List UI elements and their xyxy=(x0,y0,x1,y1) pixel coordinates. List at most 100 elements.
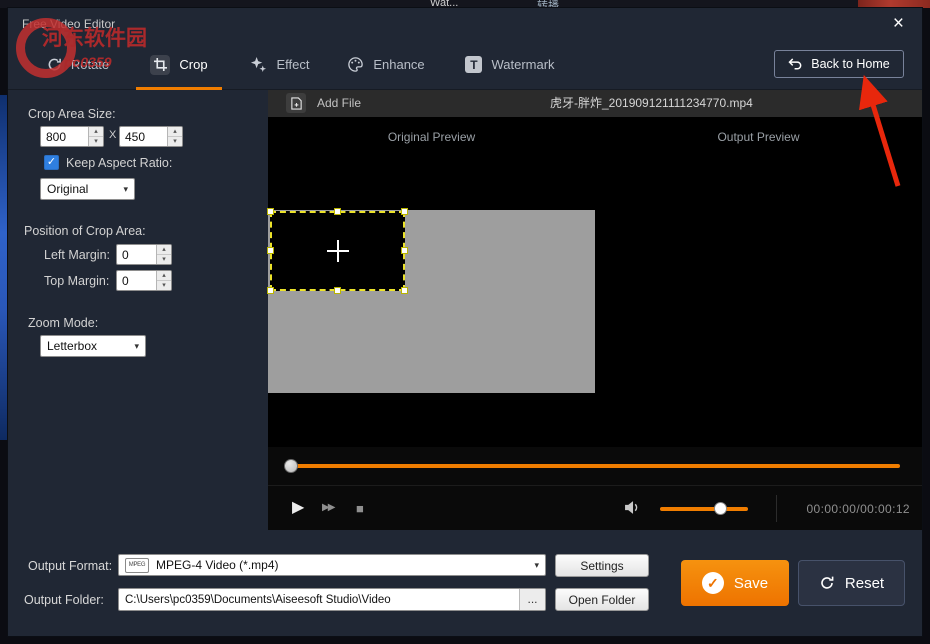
chevron-down-icon: ▾ xyxy=(123,184,128,195)
left-margin-input[interactable] xyxy=(117,245,156,264)
output-format-dropdown[interactable]: MPEG MPEG-4 Video (*.mp4) ▾ xyxy=(118,554,546,576)
crop-height-stepper[interactable]: ▴ ▾ xyxy=(119,126,183,147)
spin-down-icon[interactable]: ▾ xyxy=(157,255,171,264)
zoom-mode-value: Letterbox xyxy=(47,339,97,353)
output-format-value: MPEG-4 Video (*.mp4) xyxy=(156,558,279,572)
reset-icon xyxy=(819,575,835,591)
volume-icon[interactable] xyxy=(624,499,641,520)
crop-position-label: Position of Crop Area: xyxy=(24,224,146,238)
zoom-mode-dropdown[interactable]: Letterbox ▾ xyxy=(40,335,146,357)
crop-handle[interactable] xyxy=(334,208,341,215)
spinner-buttons[interactable]: ▴ ▾ xyxy=(88,127,103,146)
reset-button[interactable]: Reset xyxy=(798,560,905,606)
play-button[interactable]: ▶ xyxy=(292,500,304,516)
tab-crop[interactable]: Crop xyxy=(136,40,222,89)
original-preview-label: Original Preview xyxy=(268,130,595,144)
video-editor-window: Free Video Editor × Rotate Crop Effect E… xyxy=(8,8,922,636)
spin-down-icon[interactable]: ▾ xyxy=(168,137,182,146)
crop-height-input[interactable] xyxy=(120,127,167,146)
top-margin-stepper[interactable]: ▴ ▾ xyxy=(116,270,172,291)
crop-handle[interactable] xyxy=(334,287,341,294)
crop-handle[interactable] xyxy=(401,287,408,294)
aspect-ratio-dropdown[interactable]: Original ▾ xyxy=(40,178,135,200)
spin-up-icon[interactable]: ▴ xyxy=(157,245,171,255)
chevron-down-icon: ▾ xyxy=(134,341,139,352)
tab-watermark[interactable]: T Watermark xyxy=(452,40,568,89)
tab-label: Enhance xyxy=(373,57,424,72)
seek-row xyxy=(268,447,922,485)
spinner-buttons[interactable]: ▴ ▾ xyxy=(156,245,171,264)
divider xyxy=(776,495,777,522)
tab-enhance[interactable]: Enhance xyxy=(338,40,434,89)
crop-center-cross-icon xyxy=(337,240,339,262)
stop-button[interactable]: ■ xyxy=(356,502,364,515)
settings-button[interactable]: Settings xyxy=(555,554,649,577)
keep-aspect-checkbox[interactable]: ✓ xyxy=(44,155,59,170)
keep-aspect-label: Keep Aspect Ratio: xyxy=(66,156,172,170)
close-icon[interactable]: × xyxy=(893,14,904,33)
crop-width-input[interactable] xyxy=(41,127,88,146)
output-folder-field: ... xyxy=(118,588,546,611)
dimension-times-label: X xyxy=(109,129,116,141)
crop-handle[interactable] xyxy=(267,287,274,294)
reset-label: Reset xyxy=(845,575,884,592)
back-arrow-icon xyxy=(788,58,803,70)
crop-handle[interactable] xyxy=(267,208,274,215)
seek-bar[interactable] xyxy=(288,464,900,468)
left-margin-label: Left Margin: xyxy=(44,248,110,262)
output-folder-input[interactable] xyxy=(119,594,519,606)
tab-rotate[interactable]: Rotate xyxy=(28,40,128,89)
browse-button[interactable]: ... xyxy=(519,589,545,610)
time-display: 00:00:00/00:00:12 xyxy=(806,502,910,516)
background-top-window: Wat... 转播 xyxy=(0,0,930,8)
tab-label: Crop xyxy=(179,57,207,72)
volume-handle[interactable] xyxy=(714,502,727,515)
title-bar: Free Video Editor × xyxy=(8,8,922,40)
add-file-label: Add File xyxy=(317,96,361,110)
tab-effect[interactable]: Effect xyxy=(236,40,324,89)
loaded-file-name: 虎牙-胖炸_201909121111234770.mp4 xyxy=(550,90,753,117)
tab-bar: Rotate Crop Effect Enhance T Watermark B… xyxy=(8,40,922,90)
save-button[interactable]: ✓ Save xyxy=(681,560,789,606)
window-title: Free Video Editor xyxy=(22,17,115,31)
spin-up-icon[interactable]: ▴ xyxy=(89,127,103,137)
crop-handle[interactable] xyxy=(401,208,408,215)
crop-width-stepper[interactable]: ▴ ▾ xyxy=(40,126,104,147)
palette-icon xyxy=(347,56,364,73)
background-left-strip xyxy=(0,95,8,440)
stars-icon xyxy=(250,56,267,73)
seek-handle[interactable] xyxy=(284,459,298,473)
back-to-home-label: Back to Home xyxy=(811,57,890,71)
save-label: Save xyxy=(734,575,768,592)
top-margin-input[interactable] xyxy=(117,271,156,290)
check-circle-icon: ✓ xyxy=(702,572,724,594)
background-red-window xyxy=(858,0,930,8)
fast-forward-button[interactable]: ▶▶ xyxy=(322,503,333,513)
spin-up-icon[interactable]: ▴ xyxy=(168,127,182,137)
left-margin-stepper[interactable]: ▴ ▾ xyxy=(116,244,172,265)
spin-down-icon[interactable]: ▾ xyxy=(157,281,171,290)
output-format-label: Output Format: xyxy=(28,559,112,573)
tab-label: Watermark xyxy=(491,57,554,72)
tab-label: Rotate xyxy=(71,57,109,72)
crop-handle[interactable] xyxy=(267,247,274,254)
crop-selection-box[interactable] xyxy=(270,211,405,291)
spinner-buttons[interactable]: ▴ ▾ xyxy=(167,127,182,146)
output-folder-label: Output Folder: xyxy=(24,593,104,607)
spin-up-icon[interactable]: ▴ xyxy=(157,271,171,281)
spinner-buttons[interactable]: ▴ ▾ xyxy=(156,271,171,290)
add-file-button[interactable]: Add File xyxy=(286,93,361,113)
zoom-mode-label: Zoom Mode: xyxy=(28,316,98,330)
open-folder-button[interactable]: Open Folder xyxy=(555,588,649,611)
crop-handle[interactable] xyxy=(401,247,408,254)
video-preview-panel: Original Preview Output Preview xyxy=(268,117,922,447)
chevron-down-icon: ▾ xyxy=(534,560,539,571)
preview-area: Add File 虎牙-胖炸_201909121111234770.mp4 Or… xyxy=(268,90,922,530)
crop-icon xyxy=(150,55,170,75)
original-video-frame xyxy=(268,210,595,393)
transport-bar: ▶ ▶▶ ■ 00:00:00/00:00:12 xyxy=(268,485,922,530)
back-to-home-button[interactable]: Back to Home xyxy=(774,50,904,78)
mpeg-format-icon: MPEG xyxy=(125,558,149,573)
volume-slider[interactable] xyxy=(660,507,748,511)
spin-down-icon[interactable]: ▾ xyxy=(89,137,103,146)
